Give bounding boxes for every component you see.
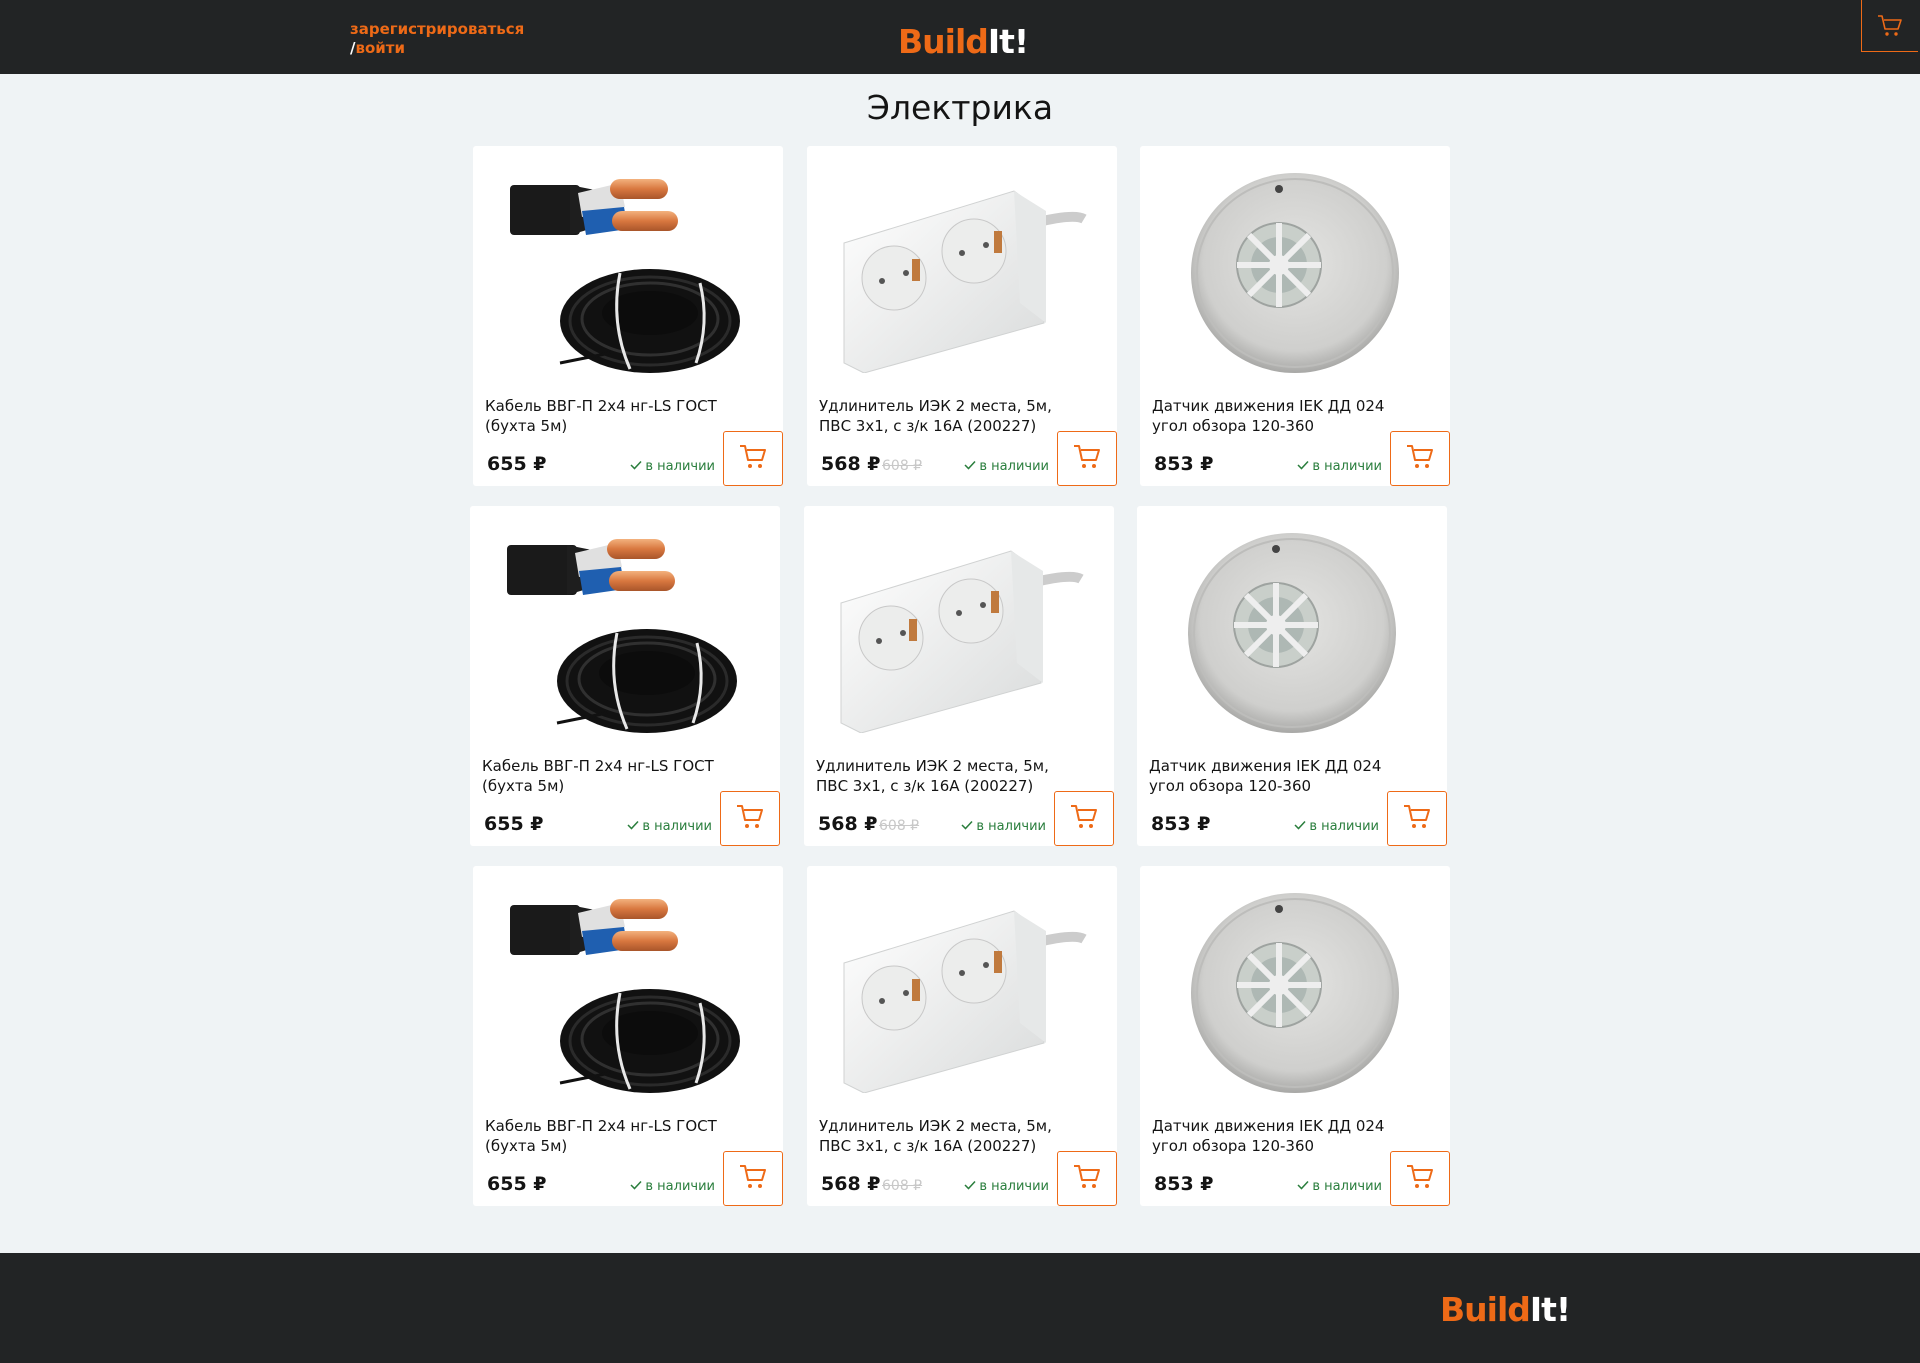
cable-image[interactable] bbox=[500, 173, 756, 373]
cart-icon bbox=[1073, 444, 1101, 474]
site-footer: BuildIt! bbox=[0, 1253, 1920, 1363]
product-card[interactable]: Датчик движения IEK ДД 024 угол обзора 1… bbox=[1140, 866, 1450, 1206]
footer-logo[interactable]: BuildIt! bbox=[1440, 1290, 1571, 1329]
checkmark-icon bbox=[1297, 459, 1309, 474]
cart-icon bbox=[1403, 804, 1431, 834]
stock-label: в наличии bbox=[645, 1179, 715, 1194]
product-name[interactable]: Датчик движения IEK ДД 024 угол обзора 1… bbox=[1152, 1116, 1402, 1156]
cable-image[interactable] bbox=[500, 893, 756, 1093]
add-to-cart-button[interactable] bbox=[723, 431, 783, 486]
cart-icon bbox=[739, 444, 767, 474]
checkmark-icon bbox=[630, 459, 642, 474]
add-to-cart-button[interactable] bbox=[1057, 431, 1117, 486]
stock-status: в наличии bbox=[959, 1179, 1049, 1194]
product-old-price: 608 ₽ bbox=[882, 1178, 923, 1194]
login-link[interactable]: /войти bbox=[350, 39, 524, 58]
product-name[interactable]: Датчик движения IEK ДД 024 угол обзора 1… bbox=[1152, 396, 1402, 436]
product-card[interactable]: Датчик движения IEK ДД 024 угол обзора 1… bbox=[1137, 506, 1447, 846]
stock-status: в наличии bbox=[622, 819, 712, 834]
logo-part-it: It! bbox=[987, 22, 1029, 61]
add-to-cart-button[interactable] bbox=[1387, 791, 1447, 846]
site-logo[interactable]: BuildIt! bbox=[898, 22, 1029, 61]
product-price: 568 ₽ bbox=[821, 1173, 881, 1195]
auth-links: зарегистрироваться /войти bbox=[350, 20, 524, 58]
product-name[interactable]: Удлинитель ИЭК 2 места, 5м, ПВС 3х1, с з… bbox=[819, 1116, 1069, 1156]
motion-sensor-image[interactable] bbox=[1167, 173, 1423, 373]
product-name[interactable]: Кабель ВВГ-П 2х4 нг-LS ГОСТ (бухта 5м) bbox=[485, 396, 735, 436]
checkmark-icon bbox=[1297, 1179, 1309, 1194]
checkmark-icon bbox=[964, 459, 976, 474]
stock-status: в наличии bbox=[1292, 1179, 1382, 1194]
add-to-cart-button[interactable] bbox=[1057, 1151, 1117, 1206]
product-price: 853 ₽ bbox=[1154, 453, 1214, 475]
product-card[interactable]: Кабель ВВГ-П 2х4 нг-LS ГОСТ (бухта 5м) 6… bbox=[473, 146, 783, 486]
stock-status: в наличии bbox=[625, 1179, 715, 1194]
page-title: Электрика bbox=[866, 88, 1054, 127]
checkmark-icon bbox=[630, 1179, 642, 1194]
product-card[interactable]: Датчик движения IEK ДД 024 угол обзора 1… bbox=[1140, 146, 1450, 486]
product-price: 853 ₽ bbox=[1154, 1173, 1214, 1195]
product-old-price: 608 ₽ bbox=[879, 818, 920, 834]
product-card[interactable]: Удлинитель ИЭК 2 места, 5м, ПВС 3х1, с з… bbox=[807, 866, 1117, 1206]
login-label: войти bbox=[355, 39, 405, 57]
product-name[interactable]: Кабель ВВГ-П 2х4 нг-LS ГОСТ (бухта 5м) bbox=[485, 1116, 735, 1156]
checkmark-icon bbox=[961, 819, 973, 834]
cart-icon bbox=[739, 1164, 767, 1194]
motion-sensor-image[interactable] bbox=[1164, 533, 1420, 733]
product-card[interactable]: Удлинитель ИЭК 2 места, 5м, ПВС 3х1, с з… bbox=[804, 506, 1114, 846]
product-price: 655 ₽ bbox=[487, 453, 547, 475]
cart-icon bbox=[1878, 14, 1902, 36]
extension-cord-image[interactable] bbox=[834, 173, 1090, 373]
header-cart-button[interactable] bbox=[1861, 0, 1918, 52]
product-card[interactable]: Кабель ВВГ-П 2х4 нг-LS ГОСТ (бухта 5м) 6… bbox=[473, 866, 783, 1206]
footer-logo-part-it: It! bbox=[1529, 1290, 1571, 1329]
stock-label: в наличии bbox=[1312, 1179, 1382, 1194]
motion-sensor-image[interactable] bbox=[1167, 893, 1423, 1093]
cart-icon bbox=[1406, 444, 1434, 474]
product-price: 568 ₽ bbox=[818, 813, 878, 835]
product-name[interactable]: Удлинитель ИЭК 2 места, 5м, ПВС 3х1, с з… bbox=[816, 756, 1066, 796]
product-name[interactable]: Кабель ВВГ-П 2х4 нг-LS ГОСТ (бухта 5м) bbox=[482, 756, 732, 796]
stock-label: в наличии bbox=[1309, 819, 1379, 834]
product-name[interactable]: Удлинитель ИЭК 2 места, 5м, ПВС 3х1, с з… bbox=[819, 396, 1069, 436]
logo-part-build: Build bbox=[898, 22, 989, 61]
stock-label: в наличии bbox=[979, 459, 1049, 474]
stock-label: в наличии bbox=[642, 819, 712, 834]
product-card[interactable]: Кабель ВВГ-П 2х4 нг-LS ГОСТ (бухта 5м) 6… bbox=[470, 506, 780, 846]
product-price: 655 ₽ bbox=[484, 813, 544, 835]
add-to-cart-button[interactable] bbox=[723, 1151, 783, 1206]
site-header: зарегистрироваться /войти BuildIt! bbox=[0, 0, 1920, 74]
register-link[interactable]: зарегистрироваться bbox=[350, 20, 524, 39]
cart-icon bbox=[1070, 804, 1098, 834]
cart-icon bbox=[736, 804, 764, 834]
checkmark-icon bbox=[1294, 819, 1306, 834]
extension-cord-image[interactable] bbox=[834, 893, 1090, 1093]
stock-label: в наличии bbox=[645, 459, 715, 474]
stock-status: в наличии bbox=[959, 459, 1049, 474]
extension-cord-image[interactable] bbox=[831, 533, 1087, 733]
stock-label: в наличии bbox=[1312, 459, 1382, 474]
product-name[interactable]: Датчик движения IEK ДД 024 угол обзора 1… bbox=[1149, 756, 1399, 796]
add-to-cart-button[interactable] bbox=[1390, 1151, 1450, 1206]
stock-label: в наличии bbox=[979, 1179, 1049, 1194]
footer-logo-part-build: Build bbox=[1440, 1290, 1531, 1329]
stock-label: в наличии bbox=[976, 819, 1046, 834]
cable-image[interactable] bbox=[497, 533, 753, 733]
checkmark-icon bbox=[627, 819, 639, 834]
product-old-price: 608 ₽ bbox=[882, 458, 923, 474]
stock-status: в наличии bbox=[1292, 459, 1382, 474]
stock-status: в наличии bbox=[1289, 819, 1379, 834]
add-to-cart-button[interactable] bbox=[1054, 791, 1114, 846]
cart-icon bbox=[1073, 1164, 1101, 1194]
product-price: 853 ₽ bbox=[1151, 813, 1211, 835]
stock-status: в наличии bbox=[625, 459, 715, 474]
product-price: 655 ₽ bbox=[487, 1173, 547, 1195]
product-card[interactable]: Удлинитель ИЭК 2 места, 5м, ПВС 3х1, с з… bbox=[807, 146, 1117, 486]
cart-icon bbox=[1406, 1164, 1434, 1194]
stock-status: в наличии bbox=[956, 819, 1046, 834]
product-price: 568 ₽ bbox=[821, 453, 881, 475]
add-to-cart-button[interactable] bbox=[1390, 431, 1450, 486]
add-to-cart-button[interactable] bbox=[720, 791, 780, 846]
checkmark-icon bbox=[964, 1179, 976, 1194]
